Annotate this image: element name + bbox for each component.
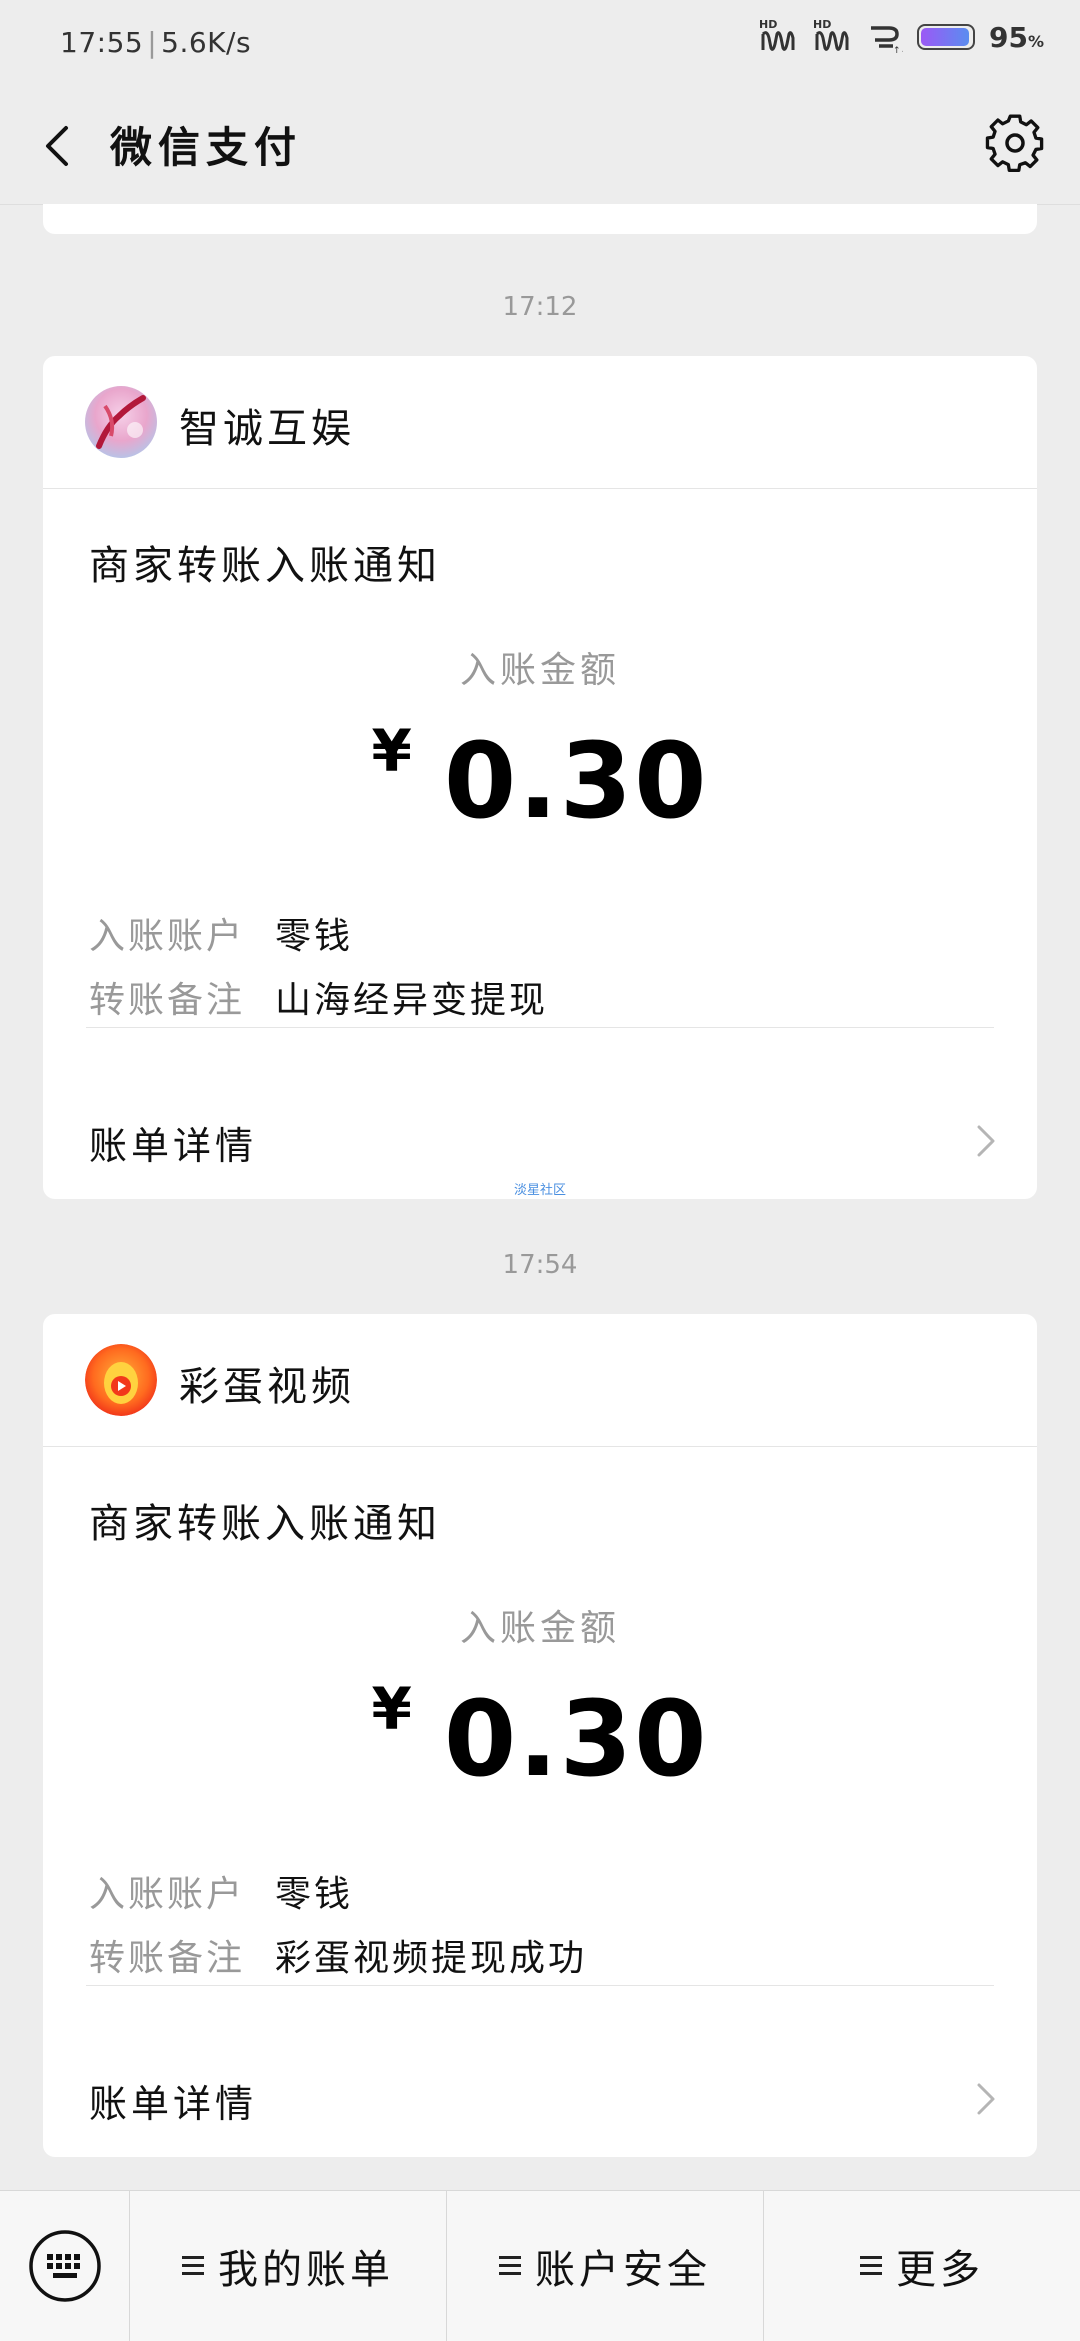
gear-icon[interactable] (980, 108, 1050, 178)
remark-value: 彩蛋视频提现成功 (275, 1938, 588, 1979)
previous-message-card (43, 204, 1037, 234)
currency-symbol: ¥ (371, 717, 412, 785)
battery-fill (921, 28, 969, 46)
menu-label: 账户安全 (535, 2247, 711, 2293)
battery-icon (917, 24, 975, 50)
wifi-icon: ↑↓ (871, 26, 903, 54)
account-row: 入账账户 零钱 (89, 1865, 353, 1917)
account-key: 入账账户 (89, 1874, 246, 1915)
status-time-speed: 17:55 | 5.6K/s (60, 26, 252, 59)
menu-icon (499, 2256, 521, 2276)
message-body: 商家转账入账通知 入账金额 ¥0.30 入账账户 零钱 转账备注 彩蛋视频提现成功 (43, 1447, 1037, 2037)
menu-icon (182, 2256, 204, 2276)
merchant-name: 彩蛋视频 (179, 1364, 355, 1410)
remark-key: 转账备注 (89, 1938, 246, 1979)
watermark-text: 淡星社区 (513, 1183, 566, 1198)
message-time: 17:12 (502, 292, 578, 322)
merchant-avatar (85, 1344, 157, 1416)
divider (86, 1985, 994, 1986)
notice-title: 商家转账入账通知 (89, 543, 441, 589)
svg-text:↑↓: ↑↓ (893, 46, 903, 54)
account-value: 零钱 (275, 916, 354, 957)
amount-value: 0.30 (443, 1678, 709, 1800)
signal-icon: HD (759, 18, 799, 54)
menu-account-security[interactable]: 账户安全 (447, 2191, 764, 2341)
menu-my-bills[interactable]: 我的账单 (130, 2191, 447, 2341)
merchant-header[interactable]: 智诚互娱 (43, 356, 1037, 489)
notice-title: 商家转账入账通知 (89, 1501, 441, 1547)
amount-label: 入账金额 (459, 1608, 620, 1649)
merchant-name: 智诚互娱 (179, 406, 355, 452)
battery-percent: 95% (989, 20, 1044, 54)
chevron-right-icon (977, 1125, 995, 1157)
bill-detail-label: 账单详情 (89, 1124, 258, 1168)
merchant-avatar (85, 386, 157, 458)
amount: ¥0.30 (43, 717, 1037, 842)
remark-value: 山海经异变提现 (275, 980, 549, 1021)
amount: ¥0.30 (43, 1675, 1037, 1800)
status-icons: HD HD ↑↓ 95% (759, 18, 1044, 54)
remark-key: 转账备注 (89, 980, 246, 1021)
header: 微信支付 (0, 88, 1080, 205)
menu-icon (860, 2256, 882, 2276)
keyboard-icon (28, 2230, 101, 2302)
message-card[interactable]: 智诚互娱 商家转账入账通知 入账金额 ¥0.30 入账账户 零钱 转账备注 山海经异… (43, 356, 1037, 1199)
signal-icon-2: HD (813, 18, 853, 54)
network-speed: 5.6K/s (161, 26, 252, 59)
remark-row: 转账备注 山海经异变提现 (89, 971, 548, 1023)
bill-detail-label: 账单详情 (89, 2082, 258, 2126)
account-key: 入账账户 (89, 916, 246, 957)
message-body: 商家转账入账通知 入账金额 ¥0.30 入账账户 零钱 转账备注 山海经异变提现 (43, 489, 1037, 1079)
amount-value: 0.30 (443, 720, 709, 842)
menu-label: 更多 (896, 2247, 984, 2293)
message-card[interactable]: 彩蛋视频 商家转账入账通知 入账金额 ¥0.30 入账账户 零钱 转账备注 彩蛋视频… (43, 1314, 1037, 2157)
menu-label: 我的账单 (218, 2247, 394, 2293)
account-value: 零钱 (275, 1874, 354, 1915)
status-bar: 17:55|5.6K/s HD HD ↑↓ 95% (0, 0, 1080, 88)
keyboard-button[interactable] (0, 2191, 130, 2341)
menu-more[interactable]: 更多 (764, 2191, 1080, 2341)
account-row: 入账账户 零钱 (89, 907, 353, 959)
amount-label: 入账金额 (459, 650, 620, 691)
bill-detail-link[interactable]: 账单详情 淡星社区 (43, 1079, 1037, 1199)
merchant-header[interactable]: 彩蛋视频 (43, 1314, 1037, 1447)
chevron-right-icon (977, 2083, 995, 2115)
status-time: 17:55 (60, 26, 144, 59)
bill-detail-link[interactable]: 账单详情 (43, 2037, 1037, 2157)
page-title: 微信支付 (110, 123, 303, 172)
chevron-left-icon[interactable] (30, 116, 90, 176)
currency-symbol: ¥ (371, 1675, 412, 1743)
divider (86, 1027, 994, 1028)
bottom-menu-bar: 我的账单 账户安全 更多 (0, 2190, 1080, 2341)
remark-row: 转账备注 彩蛋视频提现成功 (89, 1929, 587, 1981)
message-time: 17:54 (502, 1250, 578, 1280)
